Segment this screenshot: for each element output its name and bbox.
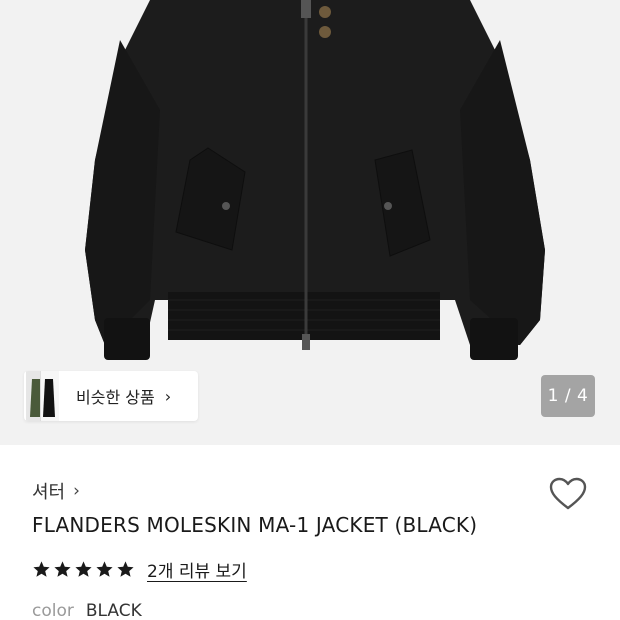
product-image-gallery[interactable]: 비슷한 상품 › 1 / 4 — [0, 0, 620, 445]
heart-outline-icon — [549, 477, 587, 510]
chevron-right-icon: › — [73, 481, 80, 501]
review-link[interactable]: 2개 리뷰 보기 — [147, 557, 247, 582]
color-row: color BLACK — [32, 600, 142, 620]
rating-row: 2개 리뷰 보기 — [32, 556, 247, 582]
chevron-right-icon: › — [164, 386, 172, 406]
star-icon — [54, 560, 71, 577]
color-value: BLACK — [85, 601, 142, 620]
similar-product-thumbnail — [40, 371, 59, 421]
similar-products-label: 비슷한 상품 — [76, 388, 155, 407]
star-icon — [96, 560, 113, 577]
product-title: FLANDERS MOLESKIN MA-1 JACKET (BLACK) — [32, 513, 478, 537]
star-icon — [33, 560, 50, 577]
image-pager-indicator: 1 / 4 — [541, 375, 595, 417]
brand-name: 셔터 — [32, 482, 66, 503]
wishlist-button[interactable] — [548, 475, 588, 515]
star-icon — [117, 560, 134, 577]
rating-stars — [32, 560, 137, 579]
similar-products-thumbnails — [24, 371, 59, 421]
similar-products-button[interactable]: 비슷한 상품 › — [24, 371, 198, 421]
brand-link[interactable]: 셔터 › — [32, 477, 80, 505]
color-label: color — [32, 601, 74, 620]
star-icon — [75, 560, 92, 577]
product-detail-page: 비슷한 상품 › 1 / 4 셔터 › FLANDERS MOLESKIN MA… — [0, 0, 620, 620]
